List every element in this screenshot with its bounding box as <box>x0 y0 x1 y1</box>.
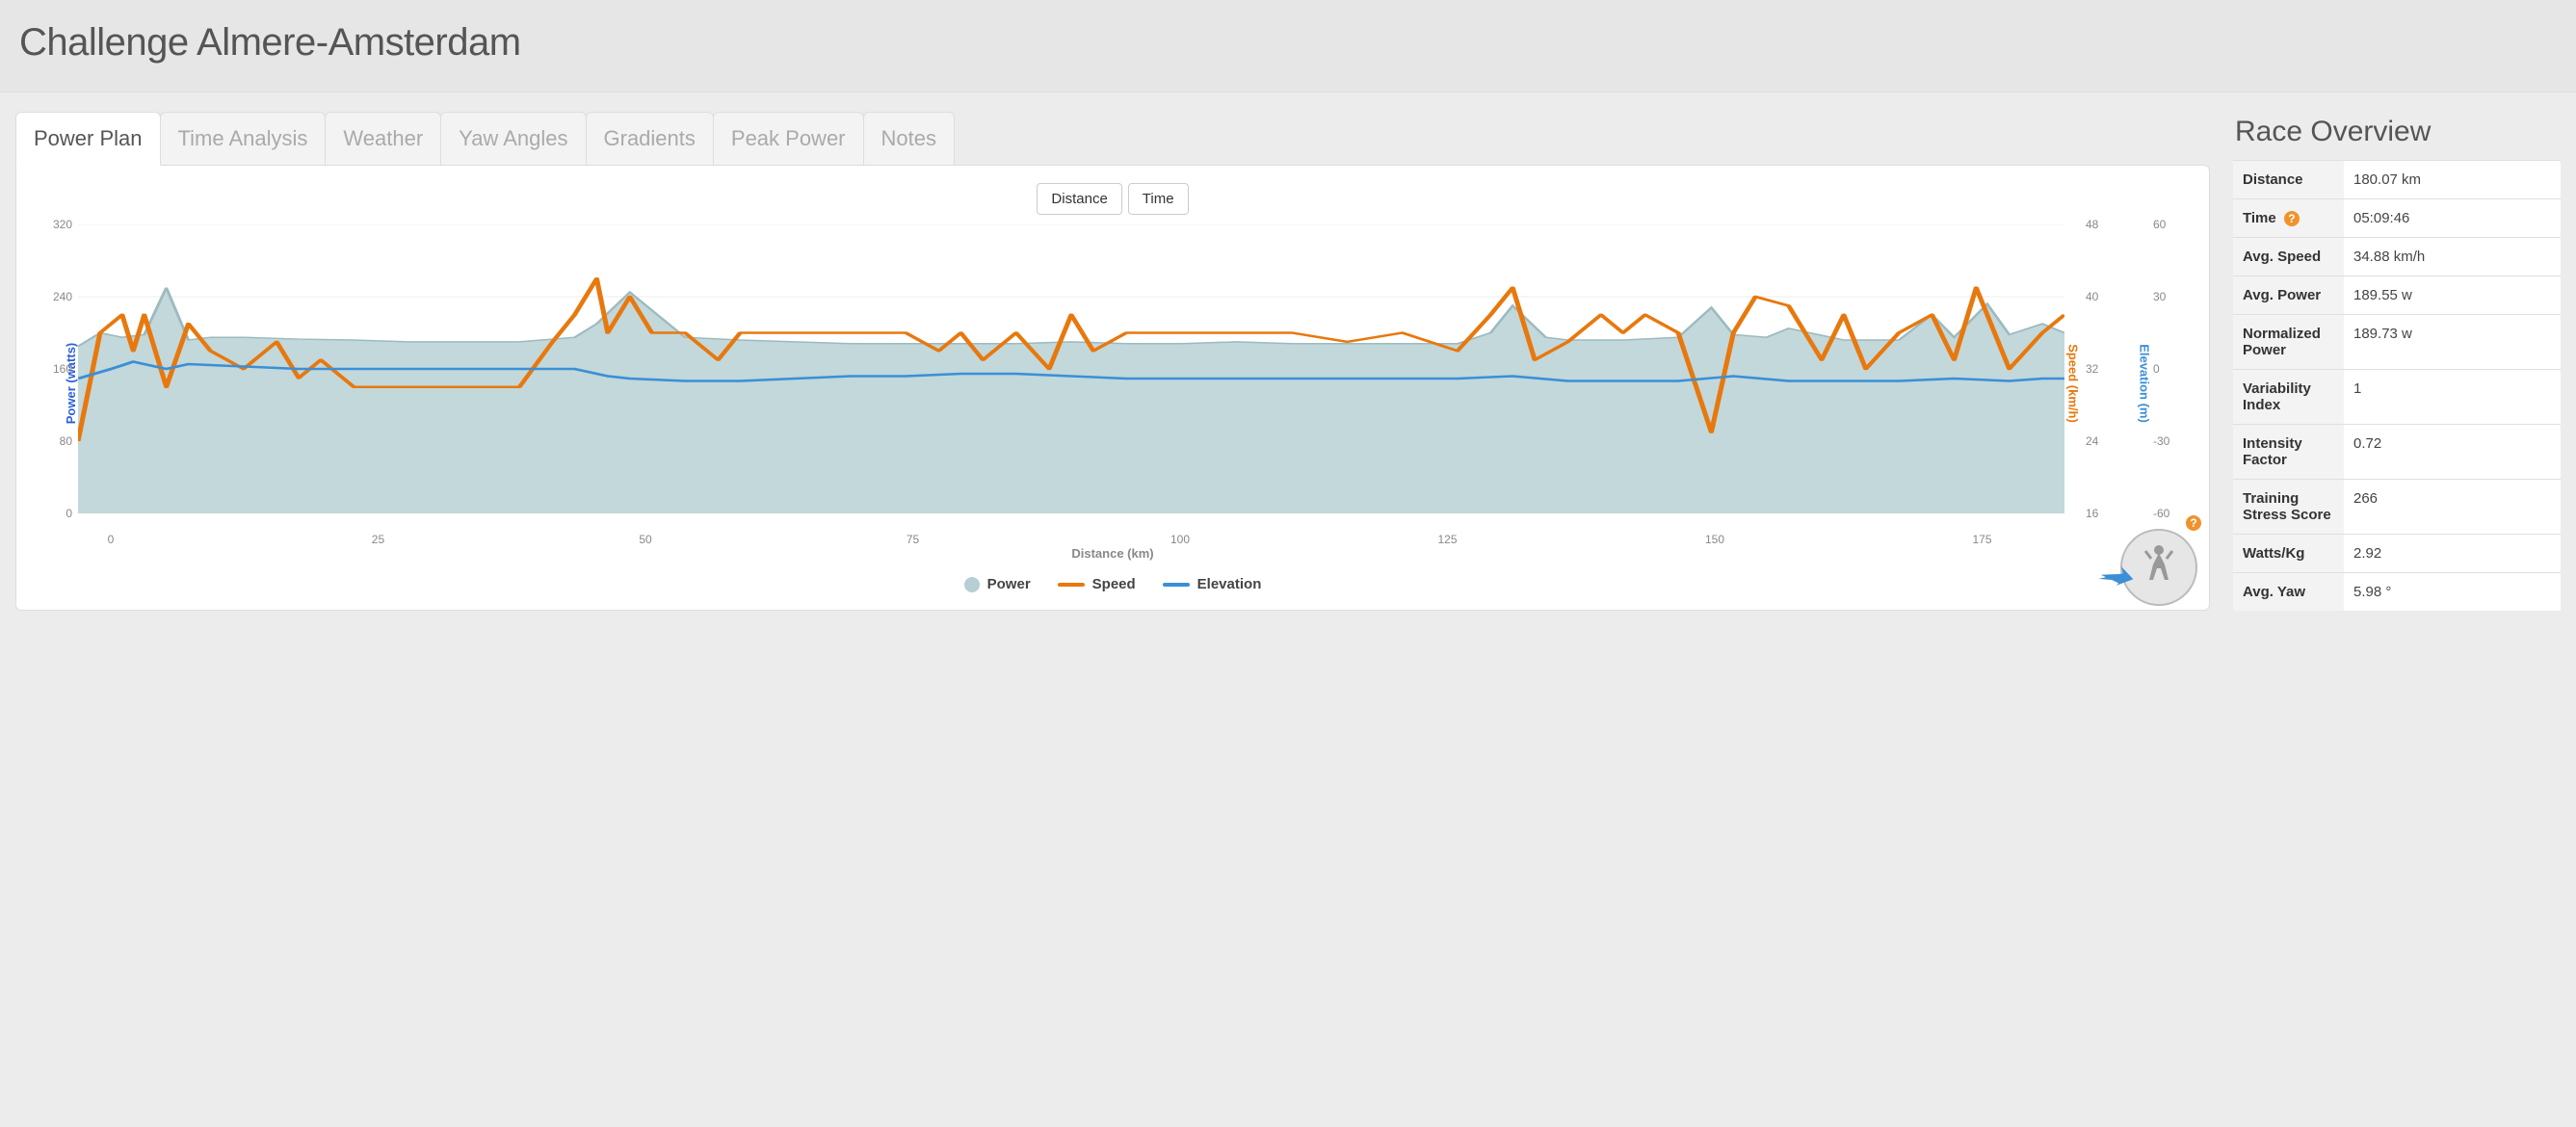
chart-panel: Distance Time Power (watts) Speed (km/h)… <box>15 165 2210 611</box>
overview-value: 34.88 km/h <box>2344 238 2561 276</box>
tick-label: -60 <box>2153 507 2169 520</box>
tick-label: 320 <box>53 218 72 231</box>
tick-label: 75 <box>907 533 919 546</box>
race-overview-panel: Race Overview Distance180.07 kmTime ?05:… <box>2233 112 2561 611</box>
overview-label: Distance <box>2233 161 2344 199</box>
table-row: Avg. Yaw5.98 ° <box>2233 573 2561 612</box>
elevation-swatch-icon <box>1163 583 1190 587</box>
help-icon[interactable]: ? <box>2284 211 2300 226</box>
tick-label: 25 <box>372 533 384 546</box>
table-row: Time ?05:09:46 <box>2233 199 2561 238</box>
cyclist-icon <box>2138 543 2180 591</box>
tab-peak-power[interactable]: Peak Power <box>713 112 864 166</box>
wind-widget[interactable]: ? <box>2113 521 2197 606</box>
legend-label-elevation: Elevation <box>1197 576 1262 592</box>
y-axis-right1-label: Speed (km/h) <box>2066 344 2081 423</box>
help-icon[interactable]: ? <box>2186 515 2201 531</box>
table-row: Watts/Kg2.92 <box>2233 535 2561 573</box>
overview-value: 266 <box>2344 480 2561 535</box>
tick-label: 100 <box>1170 533 1190 546</box>
overview-value: 189.73 w <box>2344 315 2561 370</box>
y-axis-right2-label: Elevation (m) <box>2138 344 2152 423</box>
overview-label: Normalized Power <box>2233 315 2344 370</box>
table-row: Intensity Factor0.72 <box>2233 425 2561 480</box>
tick-label: 175 <box>1972 533 1991 546</box>
overview-value: 5.98 ° <box>2344 573 2561 612</box>
overview-value: 1 <box>2344 370 2561 425</box>
tick-label: 60 <box>2153 218 2166 231</box>
left-column: Power PlanTime AnalysisWeatherYaw Angles… <box>15 112 2210 611</box>
overview-table: Distance180.07 kmTime ?05:09:46Avg. Spee… <box>2233 160 2561 611</box>
tick-label: 50 <box>639 533 651 546</box>
overview-value: 2.92 <box>2344 535 2561 573</box>
speed-swatch-icon <box>1058 583 1085 587</box>
tick-label: 16 <box>2086 507 2098 520</box>
tab-time-analysis[interactable]: Time Analysis <box>160 112 327 166</box>
power-swatch-icon <box>964 577 980 592</box>
page-header: Challenge Almere-Amsterdam <box>0 0 2576 92</box>
x-axis-toggle-group: Distance Time <box>36 183 2190 215</box>
toggle-distance-button[interactable]: Distance <box>1037 183 1121 215</box>
tick-label: -30 <box>2153 434 2169 448</box>
tick-label: 48 <box>2086 218 2098 231</box>
toggle-time-button[interactable]: Time <box>1128 183 1189 215</box>
overview-value: 05:09:46 <box>2344 199 2561 238</box>
overview-label: Avg. Yaw <box>2233 573 2344 612</box>
legend-label-speed: Speed <box>1092 576 1136 592</box>
tab-yaw-angles[interactable]: Yaw Angles <box>440 112 586 166</box>
tab-bar: Power PlanTime AnalysisWeatherYaw Angles… <box>15 112 2210 166</box>
tick-label: 125 <box>1437 533 1457 546</box>
tick-label: 80 <box>60 434 72 448</box>
chart-svg <box>78 224 2064 513</box>
chart-legend: Power Speed Elevation <box>36 576 2190 592</box>
overview-title: Race Overview <box>2235 116 2561 148</box>
tick-label: 40 <box>2086 290 2098 303</box>
overview-label: Watts/Kg <box>2233 535 2344 573</box>
legend-item-power[interactable]: Power <box>964 576 1031 592</box>
tab-power-plan[interactable]: Power Plan <box>15 112 161 166</box>
overview-label: Training Stress Score <box>2233 480 2344 535</box>
y-axis-left-label: Power (watts) <box>64 343 78 425</box>
tick-label: 32 <box>2086 362 2098 376</box>
overview-label: Time ? <box>2233 199 2344 238</box>
table-row: Avg. Speed34.88 km/h <box>2233 238 2561 276</box>
tick-label: 0 <box>108 533 115 546</box>
main-layout: Power PlanTime AnalysisWeatherYaw Angles… <box>0 92 2576 618</box>
overview-value: 189.55 w <box>2344 276 2561 315</box>
x-axis-label: Distance (km) <box>36 546 2190 561</box>
tick-label: 150 <box>1705 533 1724 546</box>
tab-gradients[interactable]: Gradients <box>586 112 714 166</box>
legend-item-speed[interactable]: Speed <box>1058 576 1136 592</box>
table-row: Variability Index1 <box>2233 370 2561 425</box>
legend-label-power: Power <box>987 576 1031 592</box>
table-row: Distance180.07 km <box>2233 161 2561 199</box>
tick-label: 0 <box>66 507 72 520</box>
overview-label: Avg. Power <box>2233 276 2344 315</box>
overview-value: 0.72 <box>2344 425 2561 480</box>
table-row: Training Stress Score266 <box>2233 480 2561 535</box>
tick-label: 240 <box>53 290 72 303</box>
tick-label: 24 <box>2086 434 2098 448</box>
overview-label: Avg. Speed <box>2233 238 2344 276</box>
tick-label: 0 <box>2153 362 2160 376</box>
page-title: Challenge Almere-Amsterdam <box>19 21 2557 65</box>
tab-weather[interactable]: Weather <box>325 112 441 166</box>
legend-item-elevation[interactable]: Elevation <box>1163 576 1262 592</box>
table-row: Avg. Power189.55 w <box>2233 276 2561 315</box>
overview-label: Variability Index <box>2233 370 2344 425</box>
chart-area: Power (watts) Speed (km/h) Elevation (m)… <box>36 224 2190 542</box>
tab-notes[interactable]: Notes <box>863 112 955 166</box>
overview-label: Intensity Factor <box>2233 425 2344 480</box>
tick-label: 30 <box>2153 290 2166 303</box>
table-row: Normalized Power189.73 w <box>2233 315 2561 370</box>
overview-value: 180.07 km <box>2344 161 2561 199</box>
tick-label: 160 <box>53 362 72 376</box>
